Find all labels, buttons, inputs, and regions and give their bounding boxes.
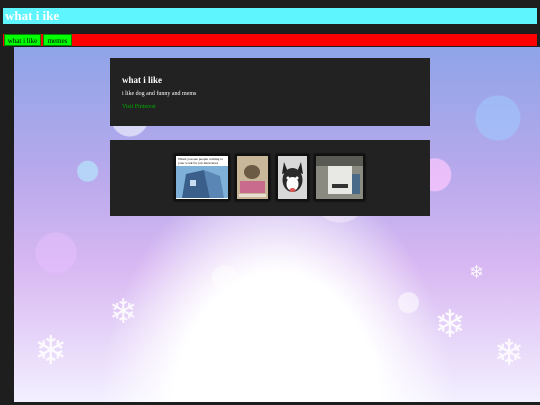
pinterest-link[interactable]: Visit Pinterest xyxy=(122,104,418,110)
husky-image xyxy=(278,156,307,199)
gallery-thumb-husky-meme[interactable] xyxy=(276,154,309,201)
about-heading: what i like xyxy=(122,75,163,85)
meme-caption: When you see people coming to your work … xyxy=(178,157,224,165)
snowflake-icon: ❄ xyxy=(494,333,525,373)
gallery-thumb-shirt-meme[interactable] xyxy=(314,154,365,201)
snowflake-icon: ❄ xyxy=(434,304,466,346)
building-image xyxy=(176,166,228,198)
snowflake-icon: ❄ xyxy=(109,294,138,331)
about-text: i like dog and funny and mems xyxy=(122,91,197,97)
gallery-thumb-interview-meme[interactable]: When you see people coming to your work … xyxy=(174,154,230,201)
meme-gallery: When you see people coming to your work … xyxy=(110,140,430,216)
tab-memes[interactable]: memes xyxy=(43,34,72,46)
cat-image xyxy=(237,156,268,199)
about-card: what i like i like dog and funny and mem… xyxy=(110,58,430,126)
snowflake-icon: ❄ xyxy=(274,324,313,375)
gallery-thumb-cat-meme[interactable] xyxy=(235,154,270,201)
snowflake-icon: ❄ xyxy=(469,262,485,282)
nav-bar: what i like memes xyxy=(3,34,537,46)
tab-what-i-like[interactable]: what i like xyxy=(4,34,41,46)
snowflake-icon: ❄ xyxy=(354,338,381,374)
page-title: what i ike xyxy=(3,8,537,24)
snowflake-icon: ❄ xyxy=(34,328,68,373)
shirt-image xyxy=(316,156,363,199)
snowflake-icon: ❄ xyxy=(189,338,215,371)
